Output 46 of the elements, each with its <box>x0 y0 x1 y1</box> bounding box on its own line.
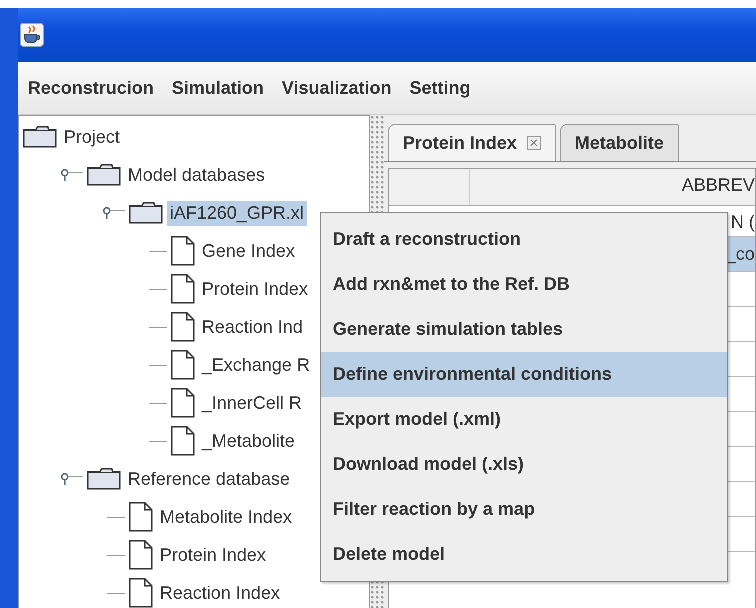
tree-item[interactable]: Project <box>61 124 124 150</box>
menu-item[interactable]: Visualization <box>282 78 392 98</box>
document-icon <box>171 312 195 342</box>
folder-icon <box>87 164 121 186</box>
menu-item[interactable]: Filter reaction by a map <box>321 487 727 532</box>
menu-item[interactable]: Define environmental conditions <box>321 352 727 397</box>
table-cell-text: _co <box>724 244 755 264</box>
tree-item[interactable]: Metabolite Index <box>157 504 296 530</box>
tree-item[interactable]: Protein Index <box>157 542 270 568</box>
tree-item[interactable]: Reaction Index <box>157 580 284 606</box>
tab[interactable]: Protein Index <box>388 124 556 161</box>
coffee-cup-icon <box>20 23 44 47</box>
tab[interactable]: Metabolite <box>560 124 680 161</box>
tree-item[interactable]: Protein Index <box>199 276 312 302</box>
menu-item[interactable]: Reconstrucion <box>28 78 154 98</box>
column-header[interactable]: N ( <box>731 206 755 236</box>
folder-icon <box>129 202 163 224</box>
menu-item[interactable]: Download model (.xls) <box>321 442 727 487</box>
document-icon <box>171 236 195 266</box>
tree-item[interactable]: Reaction Ind <box>199 314 306 340</box>
document-icon <box>171 350 195 380</box>
document-icon <box>171 388 195 418</box>
document-icon <box>171 426 195 456</box>
menu-item[interactable]: Setting <box>410 78 471 98</box>
document-icon <box>171 274 195 304</box>
tree-item[interactable]: Gene Index <box>199 238 298 264</box>
menu-item[interactable]: Simulation <box>172 78 264 98</box>
document-icon <box>129 502 153 532</box>
close-icon[interactable] <box>527 136 542 150</box>
tree-item[interactable]: _Exchange R <box>199 352 314 378</box>
tree-item[interactable]: Reference database <box>125 466 294 492</box>
folder-icon <box>23 126 57 148</box>
tree-item[interactable]: _Metabolite <box>199 428 298 454</box>
menu-item[interactable]: Delete model <box>321 532 727 577</box>
menu-item[interactable]: Export model (.xml) <box>321 397 727 442</box>
expand-handle-icon[interactable] <box>103 207 125 219</box>
folder-icon <box>87 468 121 490</box>
tree-item[interactable]: _InnerCell R <box>199 390 306 416</box>
tree-item[interactable]: iAF1260_GPR.xl <box>167 200 308 226</box>
menu-item[interactable]: Draft a reconstruction <box>321 217 727 262</box>
expand-handle-icon[interactable] <box>61 169 83 181</box>
tree-item[interactable]: Model databases <box>125 162 268 188</box>
menu-item[interactable]: Add rxn&met to the Ref. DB <box>321 262 727 307</box>
menu-item[interactable]: Generate simulation tables <box>321 307 727 352</box>
expand-handle-icon[interactable] <box>61 473 83 485</box>
document-icon <box>129 540 153 570</box>
